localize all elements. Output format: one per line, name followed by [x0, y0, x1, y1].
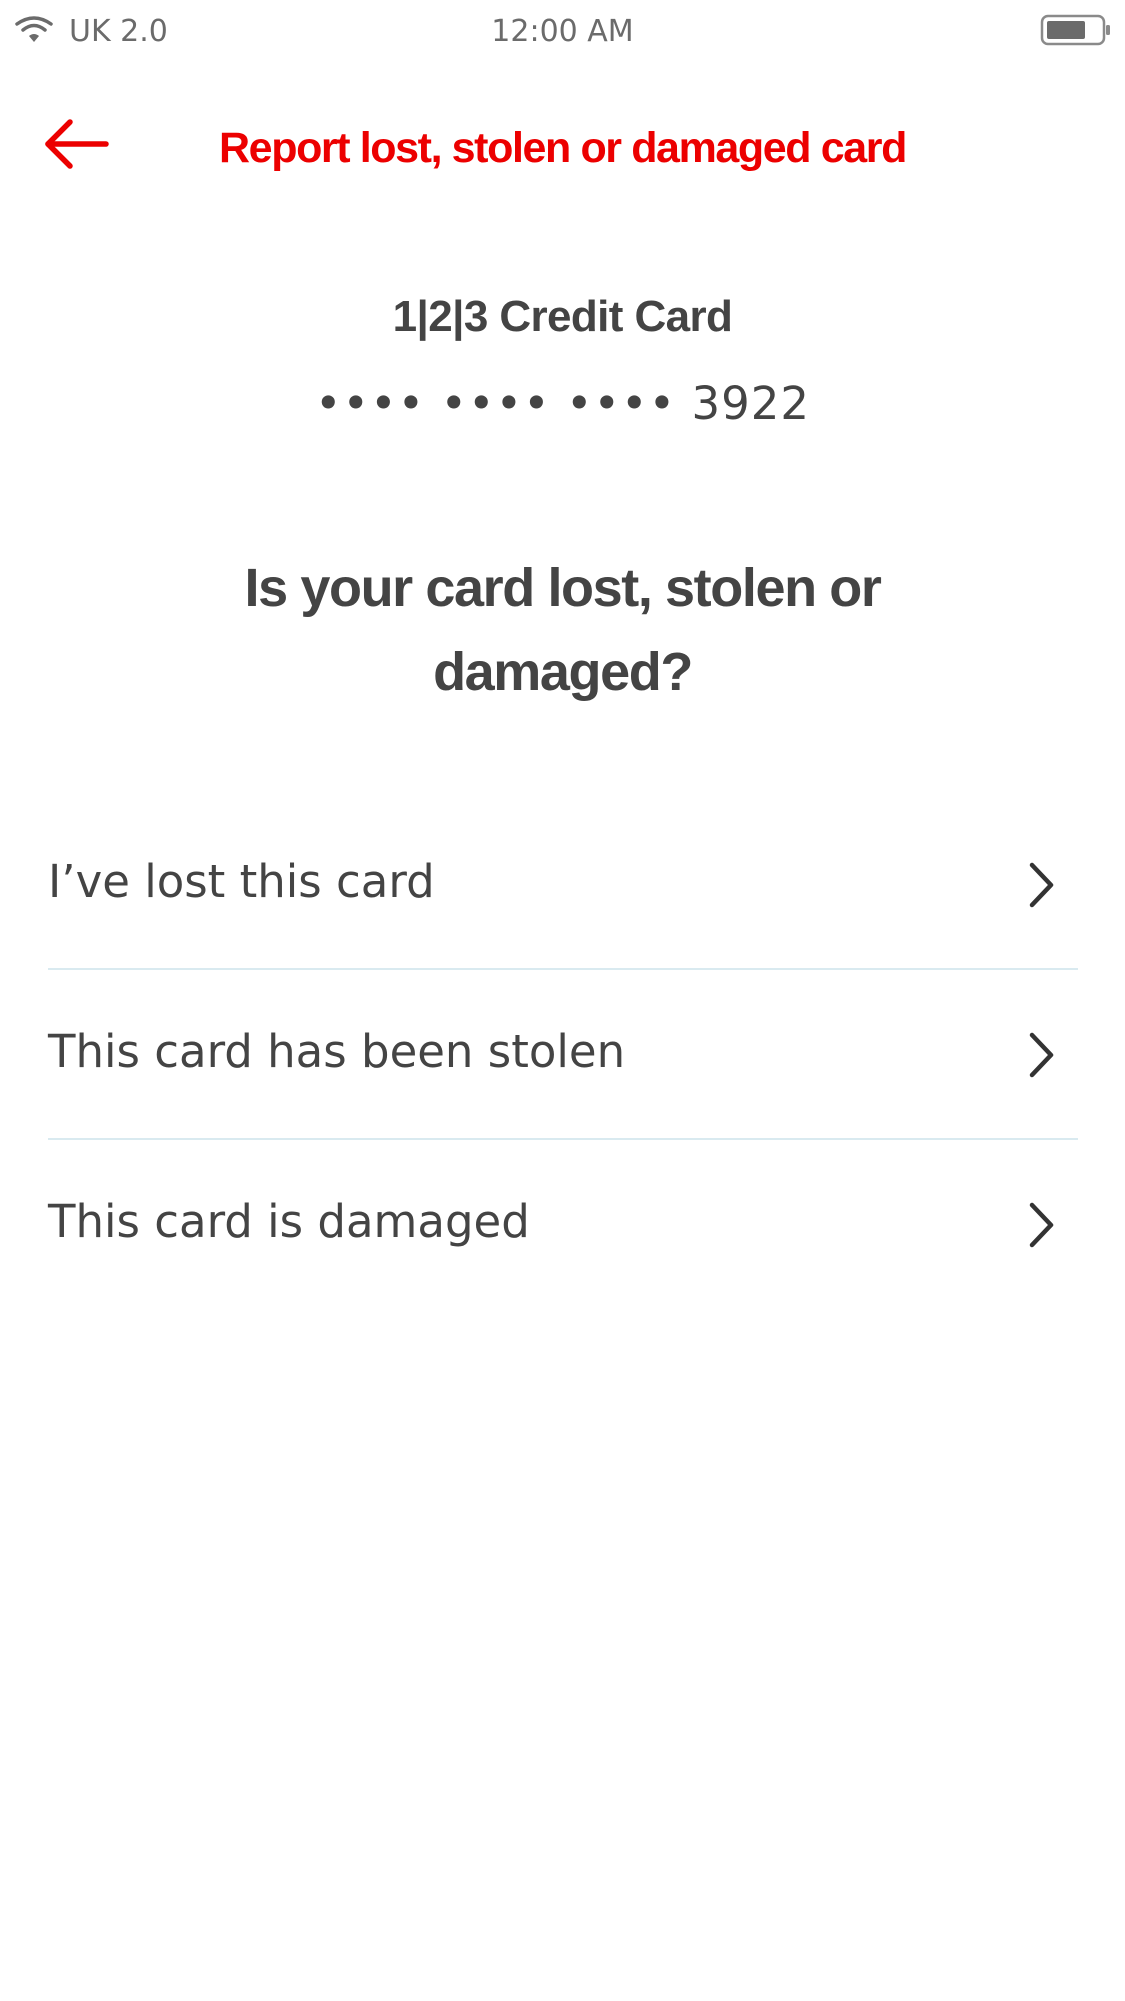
option-damaged[interactable]: This card is damaged [48, 1138, 1078, 1308]
option-label: This card has been stolen [48, 1025, 626, 1078]
arrow-left-icon [40, 114, 112, 174]
option-lost[interactable]: I’ve lost this card [48, 800, 1078, 968]
question-heading: Is your card lost, stolen or damaged? [244, 558, 882, 702]
option-stolen[interactable]: This card has been stolen [48, 968, 1078, 1138]
option-label: I’ve lost this card [48, 855, 435, 908]
chevron-right-icon [1026, 860, 1056, 910]
chevron-right-icon [1026, 1030, 1056, 1080]
chevron-right-icon [1026, 1200, 1056, 1250]
options-list: I’ve lost this card This card has been s… [48, 800, 1078, 1308]
masked-card-number: •••• •••• •••• 3922 [315, 377, 810, 430]
status-time: 12:00 AM [491, 14, 634, 49]
status-bar: UK 2.0 12:00 AM [0, 0, 1125, 64]
page-title: Report lost, stolen or damaged card [219, 124, 907, 172]
option-label: This card is damaged [48, 1195, 530, 1248]
header: Report lost, stolen or damaged card [0, 100, 1125, 196]
back-button[interactable] [40, 114, 112, 174]
card-name: 1|2|3 Credit Card [392, 292, 733, 341]
battery-icon [1040, 14, 1112, 46]
